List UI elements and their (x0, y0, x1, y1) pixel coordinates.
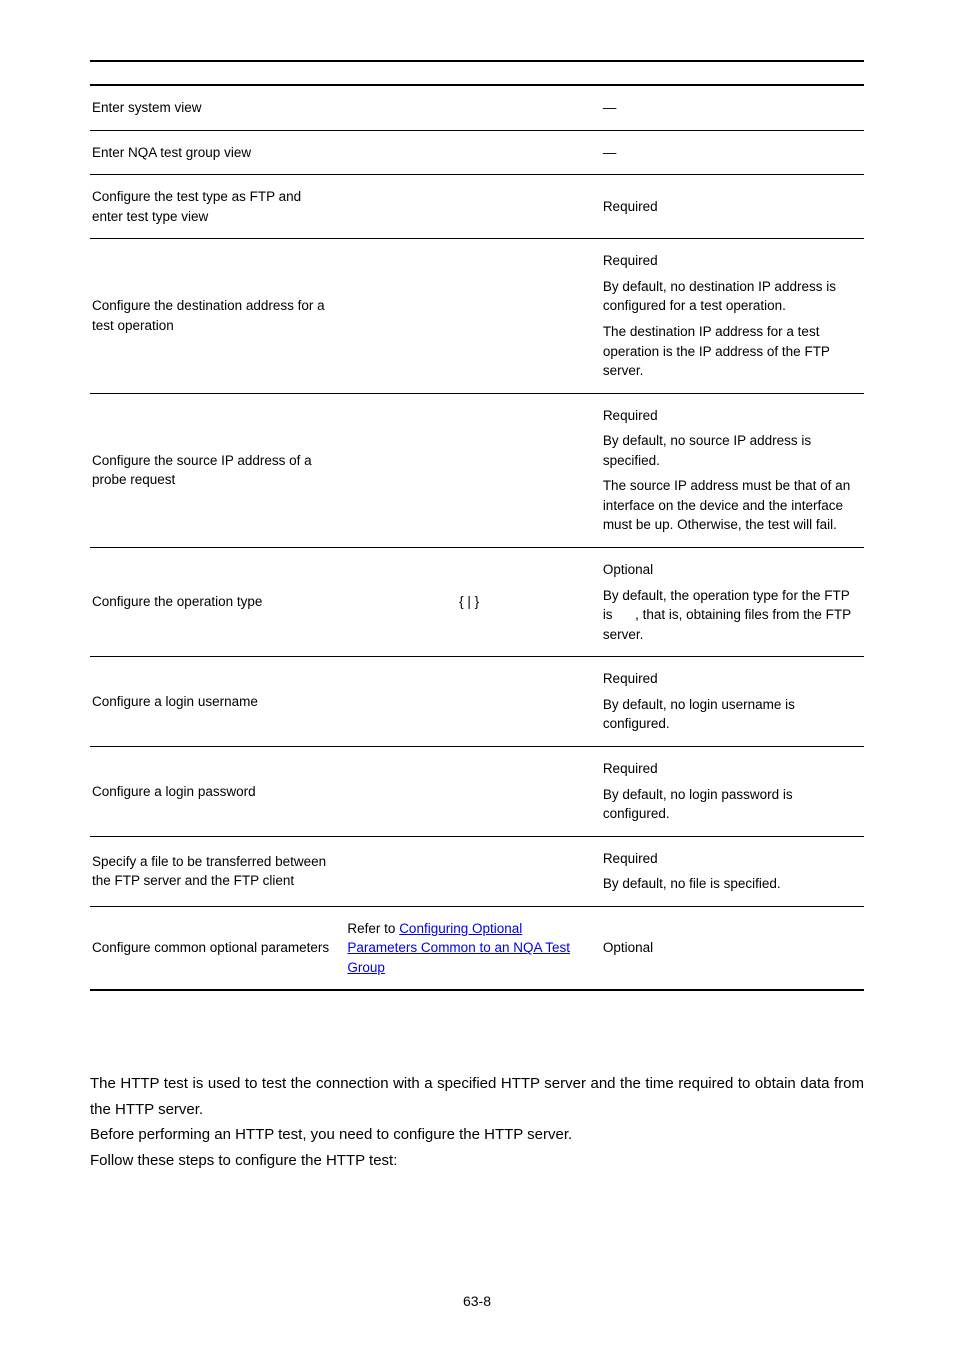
cell-remarks: — (601, 130, 864, 175)
cell-todo: Configure the operation type (90, 548, 345, 657)
cell-cmd (345, 657, 600, 747)
cell-cmd: Refer to Configuring Optional Parameters… (345, 906, 600, 990)
cell-todo: Configure the test type as FTP and enter… (90, 175, 345, 239)
header-command (345, 61, 600, 85)
table-row: Configure common optional parameters Ref… (90, 906, 864, 990)
remarks-text: By default, no file is specified. (603, 874, 854, 894)
table-row: Specify a file to be transferred between… (90, 836, 864, 906)
remarks-text: By default, the operation type for the F… (603, 586, 854, 645)
remarks-text: Optional (603, 560, 854, 580)
remarks-text: By default, no login username is configu… (603, 695, 854, 734)
cell-todo: Configure a login password (90, 746, 345, 836)
cell-cmd (345, 130, 600, 175)
cell-remarks: Required By default, no file is specifie… (601, 836, 864, 906)
cell-cmd (345, 175, 600, 239)
cell-todo: Enter system view (90, 85, 345, 130)
cell-todo: Specify a file to be transferred between… (90, 836, 345, 906)
cell-cmd (345, 836, 600, 906)
remarks-text: The destination IP address for a test op… (603, 322, 854, 381)
cmd-prefix: Refer to (347, 921, 399, 936)
cell-cmd: { | } (345, 548, 600, 657)
cell-todo: Configure a login username (90, 657, 345, 747)
remarks-suffix: , that is, obtaining files from the FTP … (603, 607, 851, 642)
remarks-text: By default, no login password is configu… (603, 785, 854, 824)
table-row: Configure the destination address for a … (90, 239, 864, 393)
table-row: Enter NQA test group view — (90, 130, 864, 175)
cell-remarks: Required By default, no login username i… (601, 657, 864, 747)
remarks-text: — (603, 98, 854, 118)
cell-remarks: Optional (601, 906, 864, 990)
cell-todo: Enter NQA test group view (90, 130, 345, 175)
cell-remarks: — (601, 85, 864, 130)
remarks-text: The source IP address must be that of an… (603, 476, 854, 535)
cell-todo: Configure the destination address for a … (90, 239, 345, 393)
remarks-text: By default, no destination IP address is… (603, 277, 854, 316)
table-row: Configure the test type as FTP and enter… (90, 175, 864, 239)
table-row: Configure a login username Required By d… (90, 657, 864, 747)
remarks-text: Required (603, 759, 854, 779)
remarks-text: — (603, 143, 854, 163)
remarks-text: Required (603, 406, 854, 426)
page-number: 63-8 (90, 1293, 864, 1309)
cell-remarks: Required By default, no login password i… (601, 746, 864, 836)
header-todo (90, 61, 345, 85)
cell-remarks: Required (601, 175, 864, 239)
cell-remarks: Optional By default, the operation type … (601, 548, 864, 657)
table-row: Configure the source IP address of a pro… (90, 393, 864, 547)
header-remarks (601, 61, 864, 85)
remarks-text: Required (603, 197, 854, 217)
cell-cmd (345, 239, 600, 393)
config-table: Enter system view — Enter NQA test group… (90, 60, 864, 991)
paragraph: Follow these steps to configure the HTTP… (90, 1148, 864, 1174)
remarks-text: Required (603, 669, 854, 689)
cell-remarks: Required By default, no destination IP a… (601, 239, 864, 393)
remarks-text: Required (603, 251, 854, 271)
section-body: The HTTP test is used to test the connec… (90, 1071, 864, 1173)
cell-cmd (345, 746, 600, 836)
cell-cmd (345, 393, 600, 547)
paragraph: The HTTP test is used to test the connec… (90, 1071, 864, 1122)
table-row: Configure a login password Required By d… (90, 746, 864, 836)
table-row: Configure the operation type { | } Optio… (90, 548, 864, 657)
table-header-row (90, 61, 864, 85)
remarks-text: Required (603, 849, 854, 869)
cell-cmd (345, 85, 600, 130)
cell-todo: Configure the source IP address of a pro… (90, 393, 345, 547)
paragraph: Before performing an HTTP test, you need… (90, 1122, 864, 1148)
remarks-text: Optional (603, 938, 854, 958)
cell-todo: Configure common optional parameters (90, 906, 345, 990)
remarks-text: By default, no source IP address is spec… (603, 431, 854, 470)
table-row: Enter system view — (90, 85, 864, 130)
page-content: Enter system view — Enter NQA test group… (0, 0, 954, 1349)
cell-remarks: Required By default, no source IP addres… (601, 393, 864, 547)
